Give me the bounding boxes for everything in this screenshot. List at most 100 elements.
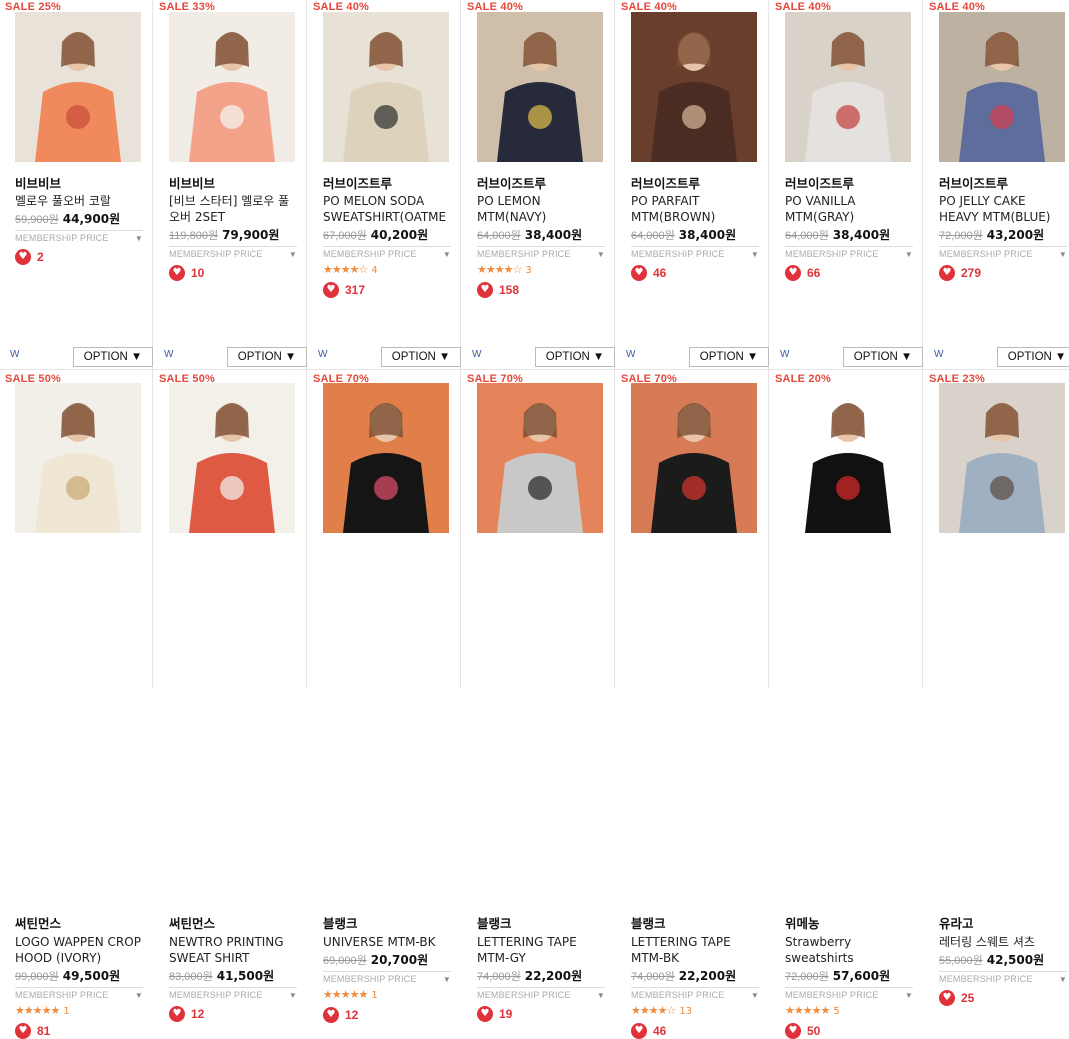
heart-icon[interactable]: ♥	[939, 990, 955, 1006]
product-image[interactable]	[939, 12, 1065, 162]
like-row[interactable]: ♥ 10	[169, 265, 204, 281]
product-card[interactable]: SALE 40% 러브이즈트루 PO PARFAIT MTM(BROWN) 64,00…	[616, 0, 769, 370]
membership-price-toggle[interactable]: MEMBERSHIP PRICE ▼	[631, 987, 759, 1000]
like-row[interactable]: ♥ 46	[631, 1023, 666, 1039]
heart-icon[interactable]: ♥	[631, 1023, 647, 1039]
product-name[interactable]: UNIVERSE MTM-BK	[323, 934, 451, 950]
product-name[interactable]: PO JELLY CAKE HEAVY MTM(BLUE)	[939, 193, 1067, 225]
product-image[interactable]	[477, 383, 603, 533]
like-row[interactable]: ♥ 317	[323, 282, 365, 298]
heart-icon[interactable]: ♥	[631, 265, 647, 281]
option-button[interactable]: OPTION ▼	[227, 347, 307, 367]
product-image[interactable]	[169, 383, 295, 533]
product-image[interactable]	[323, 12, 449, 162]
product-card[interactable]: SALE 50% 써틴먼스 LOGO WAPPEN CROP HOOD (IVORY…	[0, 370, 153, 1039]
product-image[interactable]	[785, 12, 911, 162]
product-card[interactable]: SALE 40% 러브이즈트루 PO LEMON MTM(NAVY) 64,000원 3…	[462, 0, 615, 370]
membership-price-toggle[interactable]: MEMBERSHIP PRICE ▼	[323, 971, 451, 984]
heart-icon[interactable]: ♥	[15, 1023, 31, 1039]
product-card[interactable]: SALE 23% 유라고 레터링 스웨트 셔츠 55,000원 42,500원 MEMBE…	[924, 370, 1069, 1006]
membership-price-toggle[interactable]: MEMBERSHIP PRICE ▼	[477, 987, 605, 1000]
product-name[interactable]: PO PARFAIT MTM(BROWN)	[631, 193, 759, 225]
brand-name[interactable]: 러브이즈트루	[323, 173, 392, 192]
product-card[interactable]: SALE 70% 블랭크 LETTERING TAPE MTM-BK 74,000원 2…	[616, 370, 769, 1039]
product-name[interactable]: LETTERING TAPE MTM-BK	[631, 934, 759, 966]
product-name[interactable]: PO MELON SODA SWEATSHIRT(OATME	[323, 193, 451, 225]
like-row[interactable]: ♥ 66	[785, 265, 820, 281]
product-card[interactable]: SALE 40% 러브이즈트루 PO JELLY CAKE HEAVY MTM(BL…	[924, 0, 1069, 370]
product-name[interactable]: PO VANILLA MTM(GRAY)	[785, 193, 913, 225]
brand-name[interactable]: 블랭크	[631, 913, 666, 932]
product-image[interactable]	[631, 12, 757, 162]
like-row[interactable]: ♥ 158	[477, 282, 519, 298]
heart-icon[interactable]: ♥	[477, 282, 493, 298]
product-image[interactable]	[15, 383, 141, 533]
brand-name[interactable]: 블랭크	[477, 913, 512, 932]
heart-icon[interactable]: ♥	[169, 265, 185, 281]
heart-icon[interactable]: ♥	[939, 265, 955, 281]
brand-name[interactable]: 유라고	[939, 913, 974, 932]
product-image[interactable]	[169, 12, 295, 162]
product-image[interactable]	[939, 383, 1065, 533]
product-image[interactable]	[785, 383, 911, 533]
membership-price-toggle[interactable]: MEMBERSHIP PRICE ▼	[939, 246, 1067, 259]
product-card[interactable]: SALE 40% 러브이즈트루 PO MELON SODA SWEATSHIRT(O…	[308, 0, 461, 370]
product-card[interactable]: SALE 50% 써틴먼스 NEWTRO PRINTING SWEAT SHIRT 8…	[154, 370, 307, 1022]
like-row[interactable]: ♥ 12	[323, 1007, 358, 1023]
product-image[interactable]	[15, 12, 141, 162]
heart-icon[interactable]: ♥	[323, 1007, 339, 1023]
option-button[interactable]: OPTION ▼	[843, 347, 923, 367]
brand-name[interactable]: 써틴먼스	[15, 913, 61, 932]
option-button[interactable]: OPTION ▼	[689, 347, 769, 367]
membership-price-toggle[interactable]: MEMBERSHIP PRICE ▼	[169, 987, 297, 1000]
product-name[interactable]: NEWTRO PRINTING SWEAT SHIRT	[169, 934, 297, 966]
option-button[interactable]: OPTION ▼	[535, 347, 615, 367]
heart-icon[interactable]: ♥	[323, 282, 339, 298]
membership-price-toggle[interactable]: MEMBERSHIP PRICE ▼	[477, 246, 605, 259]
product-card[interactable]: SALE 33% 비브비브 [비브 스타터] 멜로우 풀오버 2SET 119,800…	[154, 0, 307, 370]
membership-price-toggle[interactable]: MEMBERSHIP PRICE ▼	[15, 987, 143, 1000]
product-name[interactable]: Strawberry sweatshirts	[785, 934, 913, 966]
like-row[interactable]: ♥ 19	[477, 1006, 512, 1022]
membership-price-toggle[interactable]: MEMBERSHIP PRICE ▼	[939, 971, 1067, 984]
brand-name[interactable]: 비브비브	[169, 173, 215, 192]
option-button[interactable]: OPTION ▼	[73, 347, 153, 367]
product-card[interactable]: SALE 70% 블랭크 LETTERING TAPE MTM-GY 74,000원 2…	[462, 370, 615, 1022]
product-card[interactable]: SALE 20% 위메농 Strawberry sweatshirts 72,000원…	[770, 370, 923, 1039]
product-name[interactable]: LETTERING TAPE MTM-GY	[477, 934, 605, 966]
membership-price-toggle[interactable]: MEMBERSHIP PRICE ▼	[169, 246, 297, 259]
product-card[interactable]: SALE 40% 러브이즈트루 PO VANILLA MTM(GRAY) 64,000…	[770, 0, 923, 370]
like-row[interactable]: ♥ 81	[15, 1023, 50, 1039]
like-row[interactable]: ♥ 25	[939, 990, 974, 1006]
brand-name[interactable]: 비브비브	[15, 173, 61, 192]
option-button[interactable]: OPTION ▼	[381, 347, 461, 367]
heart-icon[interactable]: ♥	[785, 265, 801, 281]
product-name[interactable]: 멜로우 풀오버 코랄	[15, 193, 143, 209]
brand-name[interactable]: 러브이즈트루	[785, 173, 854, 192]
product-image[interactable]	[477, 12, 603, 162]
heart-icon[interactable]: ♥	[15, 249, 31, 265]
like-row[interactable]: ♥ 2	[15, 249, 44, 265]
like-row[interactable]: ♥ 50	[785, 1023, 820, 1039]
product-card[interactable]: SALE 70% 블랭크 UNIVERSE MTM-BK 69,000원 20,700원…	[308, 370, 461, 1023]
heart-icon[interactable]: ♥	[785, 1023, 801, 1039]
heart-icon[interactable]: ♥	[477, 1006, 493, 1022]
like-row[interactable]: ♥ 46	[631, 265, 666, 281]
brand-name[interactable]: 러브이즈트루	[477, 173, 546, 192]
membership-price-toggle[interactable]: MEMBERSHIP PRICE ▼	[631, 246, 759, 259]
brand-name[interactable]: 러브이즈트루	[939, 173, 1008, 192]
brand-name[interactable]: 블랭크	[323, 913, 358, 932]
product-card[interactable]: SALE 25% 비브비브 멜로우 풀오버 코랄 59,900원 44,900원 MEMB…	[0, 0, 153, 370]
option-button[interactable]: OPTION ▼	[997, 347, 1069, 367]
membership-price-toggle[interactable]: MEMBERSHIP PRICE ▼	[785, 246, 913, 259]
like-row[interactable]: ♥ 279	[939, 265, 981, 281]
membership-price-toggle[interactable]: MEMBERSHIP PRICE ▼	[785, 987, 913, 1000]
product-name[interactable]: PO LEMON MTM(NAVY)	[477, 193, 605, 225]
like-row[interactable]: ♥ 12	[169, 1006, 204, 1022]
membership-price-toggle[interactable]: MEMBERSHIP PRICE ▼	[323, 246, 451, 259]
product-name[interactable]: 레터링 스웨트 셔츠	[939, 934, 1067, 950]
product-name[interactable]: LOGO WAPPEN CROP HOOD (IVORY)	[15, 934, 143, 966]
brand-name[interactable]: 러브이즈트루	[631, 173, 700, 192]
membership-price-toggle[interactable]: MEMBERSHIP PRICE ▼	[15, 230, 143, 243]
brand-name[interactable]: 위메농	[785, 913, 820, 932]
